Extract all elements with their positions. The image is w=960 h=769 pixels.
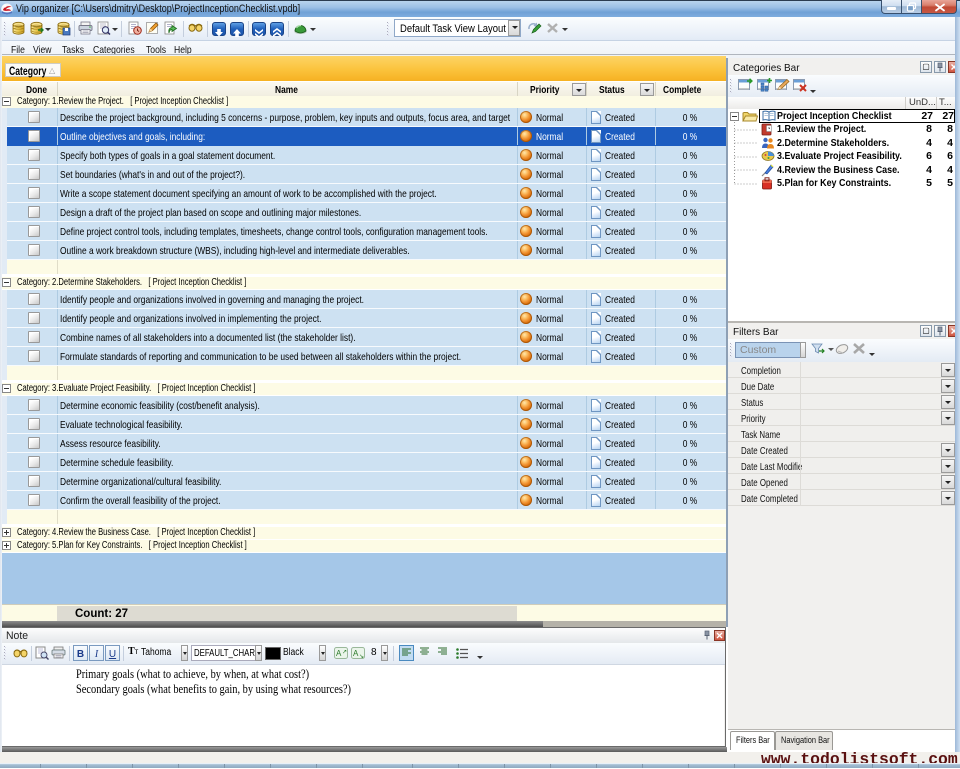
svg-text:↗: ↗ bbox=[342, 650, 347, 656]
svg-text:↘: ↘ bbox=[359, 654, 364, 659]
